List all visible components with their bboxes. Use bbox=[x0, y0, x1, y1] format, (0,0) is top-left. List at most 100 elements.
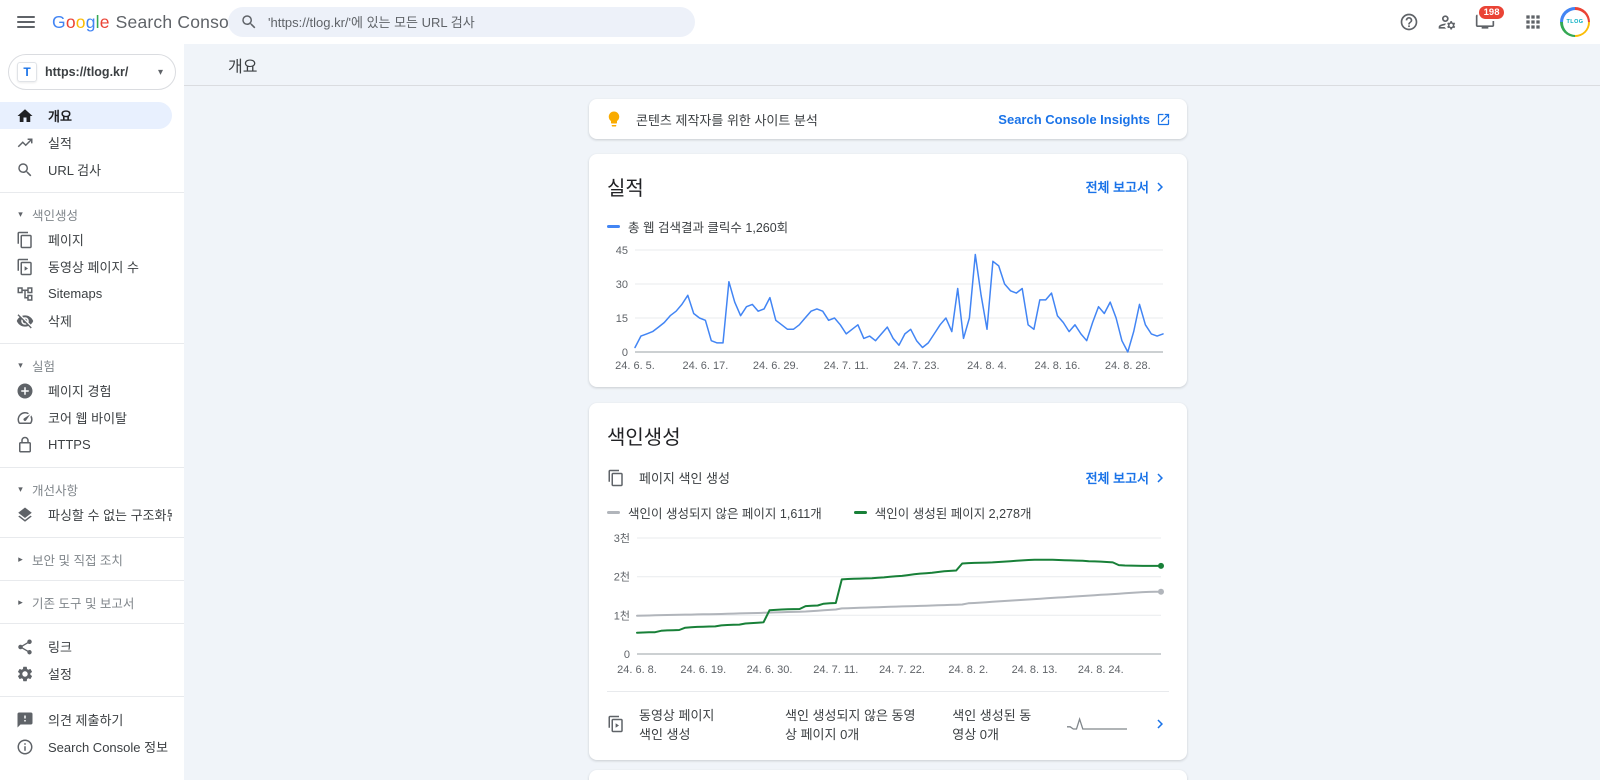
video-sparkline bbox=[1065, 716, 1129, 732]
indexing-legend: 색인이 생성되지 않은 페이지 1,611개 색인이 생성된 페이지 2,278… bbox=[607, 503, 1169, 522]
caret-right-icon: ▸ bbox=[14, 554, 27, 565]
caret-right-icon: ▸ bbox=[14, 597, 27, 608]
video-pages-icon bbox=[16, 258, 34, 276]
chevron-down-icon: ▾ bbox=[158, 67, 163, 78]
page-header: 개요 bbox=[184, 44, 1600, 86]
legend-dash-clicks bbox=[607, 225, 620, 228]
svg-text:24. 6. 8.: 24. 6. 8. bbox=[617, 664, 657, 676]
performance-card-title: 실적 bbox=[607, 172, 644, 201]
topbar-actions: 198 TLOG bbox=[1388, 0, 1590, 44]
svg-text:2천: 2천 bbox=[614, 570, 630, 584]
sidebar-item-unparsable-structured-data[interactable]: 파싱할 수 없는 구조화된 ... bbox=[0, 501, 172, 528]
legend-dash-indexed bbox=[854, 511, 867, 514]
sidebar-divider bbox=[0, 467, 184, 468]
lightbulb-icon bbox=[605, 110, 623, 128]
search-input[interactable] bbox=[268, 15, 683, 30]
lock-icon bbox=[16, 436, 34, 454]
svg-text:24. 8. 28.: 24. 8. 28. bbox=[1105, 360, 1151, 372]
sidebar-item-core-web-vitals[interactable]: 코어 웹 바이탈 bbox=[0, 404, 172, 431]
chevron-right-icon bbox=[1151, 178, 1169, 196]
notification-badge: 198 bbox=[1477, 4, 1506, 21]
app-logo: Google Search Console bbox=[52, 12, 243, 33]
sidebar-item-submit-feedback[interactable]: 의견 제출하기 bbox=[0, 706, 172, 733]
manage-accounts-icon bbox=[1437, 12, 1457, 32]
links-icon bbox=[16, 638, 34, 656]
open-in-new-icon bbox=[1156, 112, 1171, 127]
top-bar: Google Search Console 198 TLOG bbox=[0, 0, 1600, 44]
sidebar-item-video-pages[interactable]: 동영상 페이지 수 bbox=[0, 253, 172, 280]
indexing-card-title: 색인생성 bbox=[607, 421, 1169, 450]
indexing-full-report-link[interactable]: 전체 보고서 bbox=[1086, 468, 1169, 487]
avatar-label: TLOG bbox=[1563, 10, 1588, 35]
chevron-right-icon bbox=[1151, 715, 1169, 733]
caret-down-icon: ▾ bbox=[14, 360, 27, 371]
sidebar-item-links[interactable]: 링크 bbox=[0, 633, 172, 660]
page-indexing-row: 페이지 색인 생성 전체 보고서 bbox=[607, 468, 1169, 487]
removals-icon bbox=[16, 312, 34, 330]
gear-icon bbox=[16, 665, 34, 683]
sidebar-divider bbox=[0, 343, 184, 344]
google-logo-text: Google bbox=[52, 12, 110, 33]
help-button[interactable] bbox=[1392, 5, 1426, 39]
home-icon bbox=[16, 107, 34, 125]
notifications-button[interactable]: 198 bbox=[1468, 5, 1502, 39]
sidebar-item-page-experience[interactable]: 페이지 경험 bbox=[0, 377, 172, 404]
video-indexed-count: 색인 생성된 동영상 0개 bbox=[952, 705, 1039, 743]
page-title: 개요 bbox=[228, 53, 257, 77]
feedback-icon bbox=[16, 711, 34, 729]
insights-text: 콘텐츠 제작자를 위한 사이트 분석 bbox=[636, 110, 818, 129]
help-icon bbox=[1399, 12, 1419, 32]
svg-text:24. 8. 4.: 24. 8. 4. bbox=[967, 360, 1007, 372]
svg-text:1천: 1천 bbox=[614, 608, 630, 622]
indexing-card: 색인생성 페이지 색인 생성 전체 보고서 색인이 생성되지 않은 페이지 1,… bbox=[589, 403, 1187, 760]
sidebar-section-enhancements[interactable]: ▾개선사항 bbox=[0, 477, 184, 501]
sidebar-item-https[interactable]: HTTPS bbox=[0, 431, 172, 458]
search-console-insights-link[interactable]: Search Console Insights bbox=[998, 112, 1171, 127]
sidebar-section-indexing[interactable]: ▾색인생성 bbox=[0, 202, 184, 226]
svg-text:24. 8. 16.: 24. 8. 16. bbox=[1034, 360, 1080, 372]
performance-card: 실적 전체 보고서 총 웹 검색결과 클릭수 1,260회 015304524.… bbox=[589, 154, 1187, 387]
property-selector[interactable]: T https://tlog.kr/ ▾ bbox=[8, 54, 176, 90]
google-apps-button[interactable] bbox=[1516, 5, 1550, 39]
sidebar-item-sitemaps[interactable]: Sitemaps bbox=[0, 280, 172, 307]
sidebar-divider bbox=[0, 623, 184, 624]
insights-banner: 콘텐츠 제작자를 위한 사이트 분석 Search Console Insigh… bbox=[589, 99, 1187, 139]
svg-text:24. 8. 13.: 24. 8. 13. bbox=[1012, 664, 1058, 676]
trending-up-icon bbox=[16, 134, 34, 152]
sidebar-section-experience[interactable]: ▾실험 bbox=[0, 353, 184, 377]
performance-chart: 015304524. 6. 5.24. 6. 17.24. 6. 29.24. … bbox=[607, 242, 1169, 379]
product-name: Search Console bbox=[116, 12, 243, 33]
menu-button[interactable] bbox=[6, 2, 46, 42]
indexing-chart: 01천2천3천24. 6. 8.24. 6. 19.24. 6. 30.24. … bbox=[607, 528, 1169, 683]
avatar[interactable]: TLOG bbox=[1560, 7, 1590, 37]
sidebar-divider bbox=[0, 192, 184, 193]
caret-down-icon: ▾ bbox=[14, 484, 27, 495]
svg-text:24. 7. 22.: 24. 7. 22. bbox=[879, 664, 925, 676]
sidebar-divider bbox=[0, 580, 184, 581]
sidebar-item-performance[interactable]: 실적 bbox=[0, 129, 172, 156]
sidebar-item-overview[interactable]: 개요 bbox=[0, 102, 172, 129]
sidebar-item-url-inspection[interactable]: URL 검사 bbox=[0, 156, 172, 183]
experience-card: 실험 bbox=[589, 770, 1187, 780]
user-settings-button[interactable] bbox=[1430, 5, 1464, 39]
sidebar-item-pages[interactable]: 페이지 bbox=[0, 226, 172, 253]
chevron-right-icon bbox=[1151, 469, 1169, 487]
sidebar-divider bbox=[0, 537, 184, 538]
svg-text:24. 8. 2.: 24. 8. 2. bbox=[948, 664, 988, 676]
video-indexing-row[interactable]: 동영상 페이지 색인 생성 색인 생성되지 않은 동영상 페이지 0개 색인 생… bbox=[607, 691, 1169, 756]
svg-text:30: 30 bbox=[616, 279, 628, 291]
caret-down-icon: ▾ bbox=[14, 209, 27, 220]
svg-text:24. 7. 11.: 24. 7. 11. bbox=[813, 664, 858, 676]
svg-text:0: 0 bbox=[624, 649, 630, 661]
performance-full-report-link[interactable]: 전체 보고서 bbox=[1086, 177, 1169, 196]
page-indexing-label: 페이지 색인 생성 bbox=[639, 468, 730, 487]
sidebar-item-about-search-console[interactable]: Search Console 정보 bbox=[0, 733, 172, 760]
sidebar-section-security-manual-actions[interactable]: ▸보안 및 직접 조치 bbox=[0, 547, 184, 571]
sidebar-item-removals[interactable]: 삭제 bbox=[0, 307, 172, 334]
svg-text:3천: 3천 bbox=[614, 531, 630, 545]
sidebar-section-legacy-tools-reports[interactable]: ▸기존 도구 및 보고서 bbox=[0, 590, 184, 614]
search-icon bbox=[240, 13, 258, 31]
sitemap-icon bbox=[16, 285, 34, 303]
url-inspection-search-bar[interactable] bbox=[228, 7, 695, 37]
sidebar-item-settings[interactable]: 설정 bbox=[0, 660, 172, 687]
